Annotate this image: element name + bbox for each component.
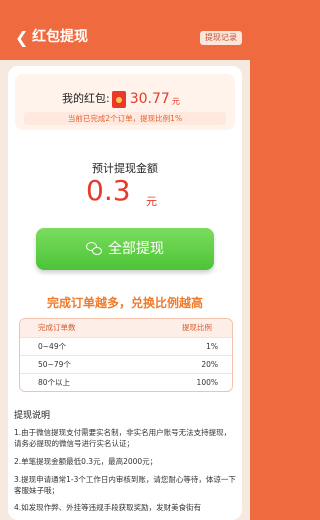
ratio-table: 完成订单数 提现比例 0~49个 1% 50~79个 20% 80个以上 100… [19, 318, 233, 392]
orders-cell: 80个以上 [38, 378, 71, 387]
order-progress-note: 当前已完成2个订单，提现比例1% [24, 112, 226, 125]
note-item: 1.由于微信提现支付需要实名制，非实名用户账号无法支持提现，请务必提现的微信号进… [14, 428, 232, 448]
ratio-cell: 100% [196, 378, 218, 387]
estimate-amount: 0.3 [86, 174, 131, 207]
notes-title: 提现说明 [14, 411, 51, 421]
wechat-icon [86, 242, 102, 256]
note-item: 3.提现申请通常1-3个工作日内审核到账，请您耐心等待，体谅一下客服妹子哦； [14, 475, 236, 495]
withdraw-record-button[interactable]: 提现记录 [200, 31, 242, 45]
ratio-cell: 1% [206, 342, 218, 351]
table-row: 50~79个 20% [20, 355, 232, 373]
ratio-heading: 完成订单越多，兑换比例越高 [46, 296, 203, 310]
red-packet-icon [111, 90, 126, 108]
orders-cell: 0~49个 [38, 342, 67, 351]
ratio-cell: 20% [201, 360, 218, 369]
balance-label: 我的红包: [62, 92, 110, 105]
page: ❮ 红包提现 提现记录 我的红包: 30.77 元 当前已完成2个订单，提现比例… [0, 0, 250, 520]
orders-cell: 50~79个 [38, 360, 71, 369]
table-row: 0~49个 1% [20, 337, 232, 355]
withdraw-all-label: 全部提现 [108, 241, 164, 257]
note-item: 4.如发现作弊、外挂等违规手段获取奖励，发财美食街有 [14, 503, 202, 512]
balance-amount: 30.77 [129, 91, 170, 107]
page-title: 红包提现 [32, 29, 88, 45]
main-card [8, 66, 242, 520]
table-row: 80个以上 100% [20, 373, 232, 391]
header-bar: ❮ 红包提现 提现记录 [0, 0, 250, 60]
back-arrow-icon[interactable]: ❮ [15, 30, 28, 46]
ratio-table-header: 完成订单数 提现比例 [20, 319, 232, 337]
balance-unit: 元 [171, 96, 180, 106]
column-header-ratio: 提现比例 [181, 323, 212, 332]
balance-row: 我的红包: 30.77 元 [62, 90, 180, 108]
estimate-unit: 元 [146, 195, 157, 208]
withdraw-all-button[interactable]: 全部提现 [36, 228, 214, 270]
column-header-orders: 完成订单数 [38, 323, 76, 332]
note-item: 2.单笔提现金额最低0.3元，最高2000元； [14, 457, 158, 466]
